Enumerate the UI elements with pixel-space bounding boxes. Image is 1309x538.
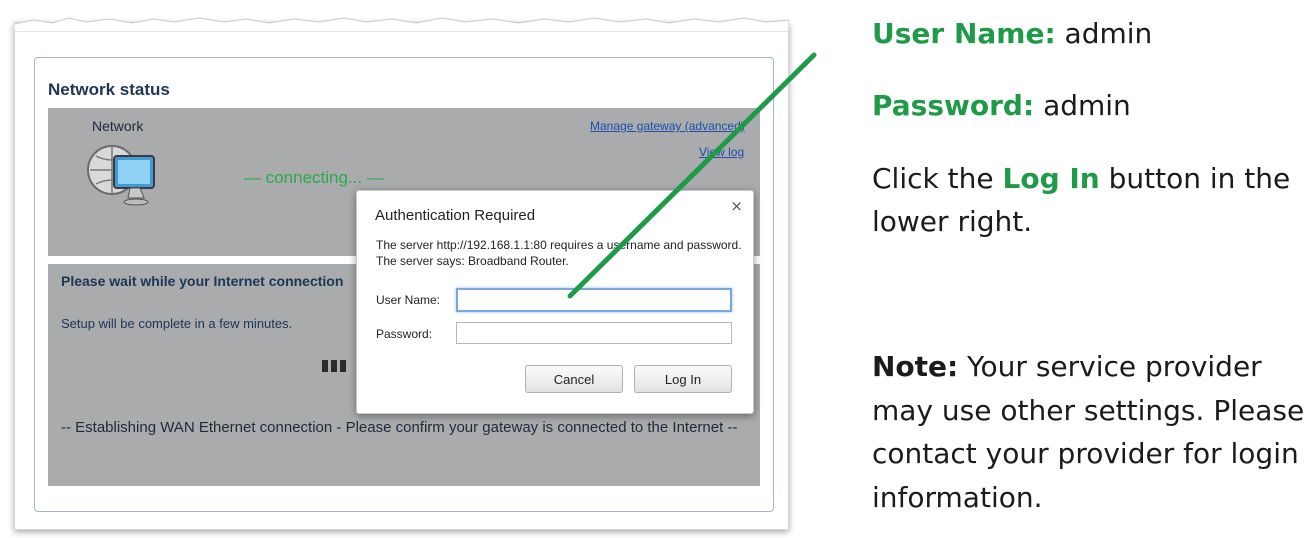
- note-line-1: Note: Your service provider: [872, 345, 1262, 388]
- network-label: Network: [92, 118, 144, 134]
- click-instruction-line2: lower right.: [872, 205, 1033, 238]
- note-line-3: contact your provider for login: [872, 437, 1299, 470]
- password-instruction: Password: admin: [872, 84, 1131, 127]
- click-prefix: Click the: [872, 162, 994, 195]
- manage-gateway-link[interactable]: Manage gateway (advanced): [590, 119, 745, 133]
- click-instruction: Click the Log In button in the: [872, 157, 1290, 200]
- torn-edge: [14, 17, 789, 32]
- progress-segment: [331, 360, 337, 372]
- login-button[interactable]: Log In: [634, 365, 732, 393]
- wait-message: Please wait while your Internet connecti…: [61, 273, 344, 289]
- username-key: User Name:: [872, 17, 1056, 50]
- username-value: admin: [1064, 17, 1153, 50]
- password-label: Password:: [376, 327, 433, 341]
- setup-message: Setup will be complete in a few minutes.: [61, 316, 293, 331]
- dialog-title: Authentication Required: [375, 207, 536, 224]
- username-instruction: User Name: admin: [872, 12, 1152, 55]
- cancel-button[interactable]: Cancel: [525, 365, 623, 393]
- progress-indicator: [322, 360, 346, 372]
- login-reference: Log In: [1002, 162, 1100, 195]
- authentication-dialog: Authentication Required × The server htt…: [356, 190, 754, 414]
- close-icon[interactable]: ×: [730, 197, 743, 215]
- note-key: Note:: [872, 350, 959, 383]
- connecting-status: — connecting... —: [244, 168, 384, 187]
- user-name-label: User Name:: [376, 293, 441, 307]
- dialog-message: The server http://192.168.1.1:80 require…: [376, 238, 742, 268]
- note-text-1: Your service provider: [967, 350, 1262, 383]
- panel-title: Network status: [48, 80, 170, 99]
- wan-status-message: -- Establishing WAN Ethernet connection …: [61, 419, 738, 436]
- password-key: Password:: [872, 89, 1035, 122]
- note-line-2: may use other settings. Please: [872, 394, 1305, 427]
- click-suffix: button in the: [1108, 162, 1291, 195]
- network-globe-monitor-icon: [87, 145, 155, 206]
- password-input[interactable]: [456, 322, 732, 344]
- progress-segment: [322, 360, 328, 372]
- note-line-4: information.: [872, 481, 1043, 514]
- user-name-input[interactable]: [456, 288, 732, 312]
- password-value: admin: [1043, 89, 1131, 122]
- progress-segment: [340, 360, 346, 372]
- view-log-link[interactable]: View log: [699, 145, 744, 159]
